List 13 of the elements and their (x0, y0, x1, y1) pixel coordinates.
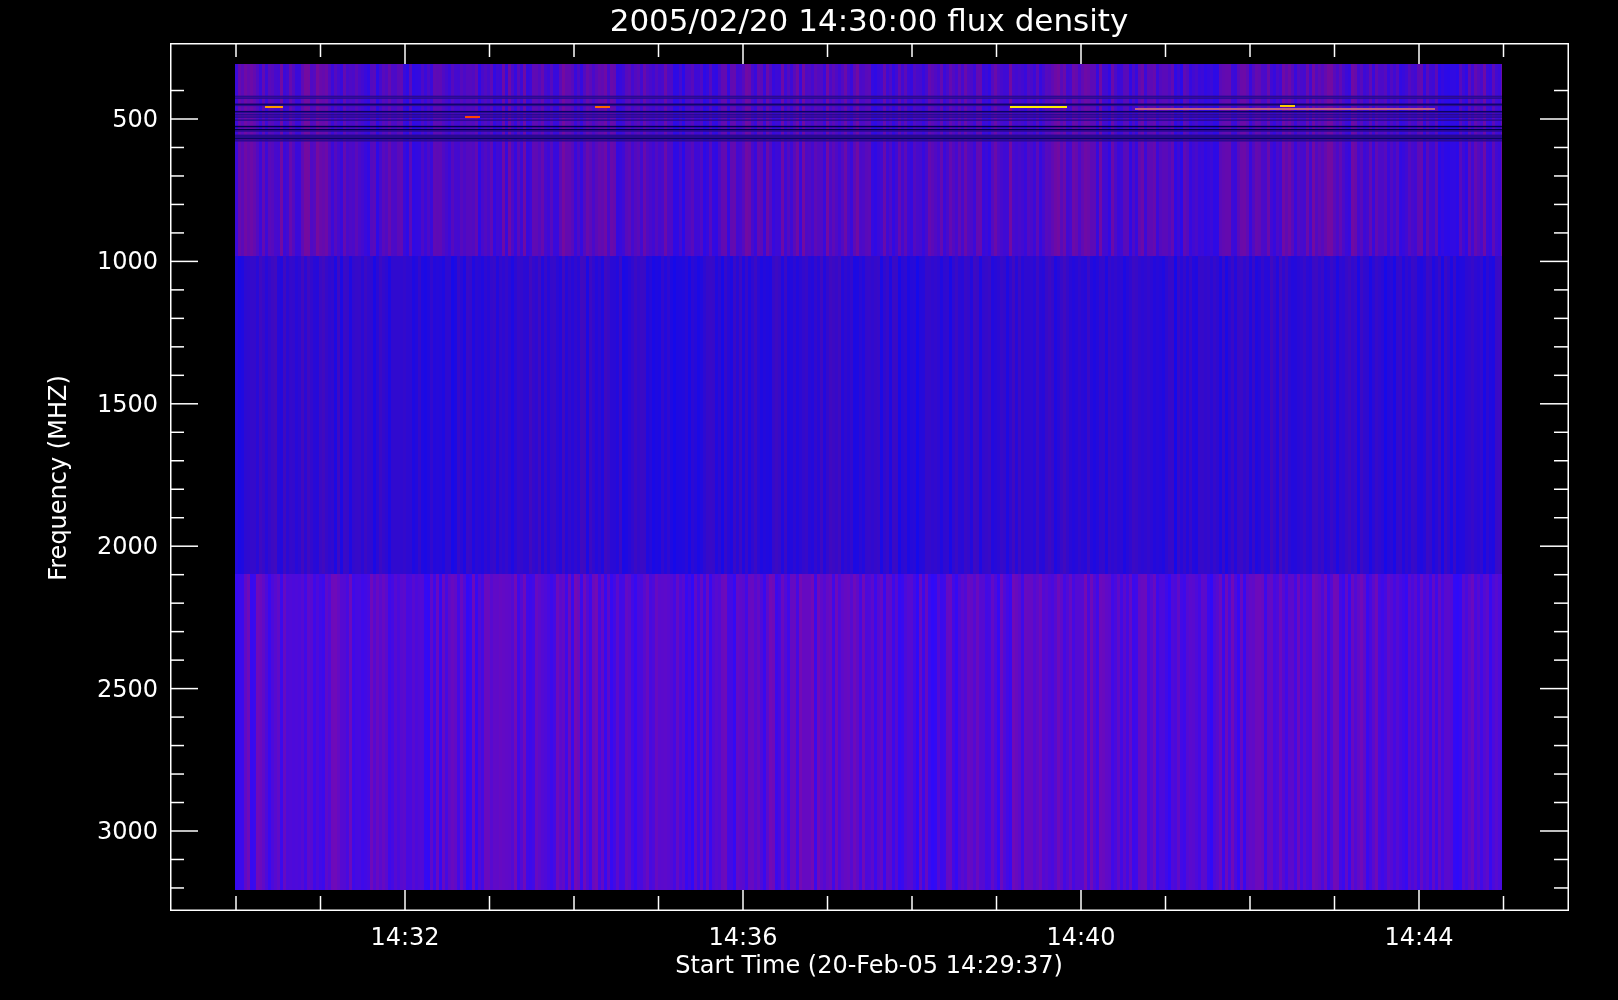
y-tick-label: 2500 (96, 676, 158, 701)
plot-title: 2005/02/20 14:30:00 flux density (609, 5, 1129, 36)
x-axis-title: Start Time (20-Feb-05 14:29:37) (675, 953, 1063, 977)
x-tick-label: 14:40 (1046, 925, 1116, 949)
x-tick-label: 14:36 (708, 925, 778, 949)
y-tick-label: 1500 (96, 391, 158, 416)
y-axis-title: Frequency (MHZ) (46, 375, 70, 581)
y-tick-label: 3000 (96, 819, 158, 843)
y-tick-label: 1000 (96, 249, 158, 274)
y-tick-label: 500 (112, 107, 158, 131)
y-tick-label: 2000 (96, 534, 158, 559)
x-tick-label: 14:44 (1384, 925, 1454, 949)
x-tick-label: 14:32 (370, 925, 440, 949)
